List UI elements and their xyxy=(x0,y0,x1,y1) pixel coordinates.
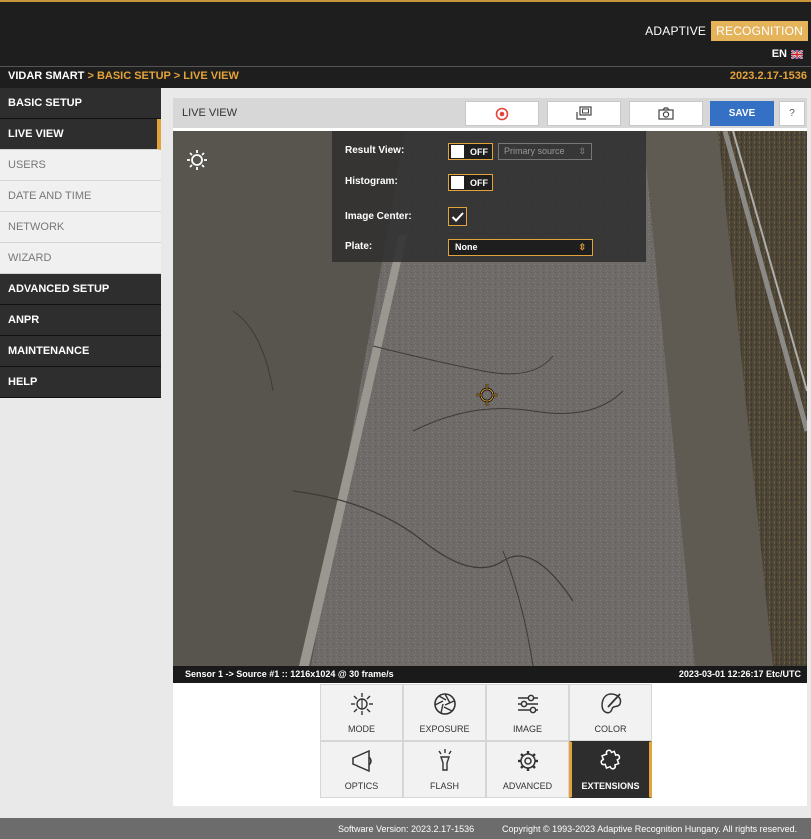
brand-logo: ADAPTIVE RECOGNITION xyxy=(640,21,808,41)
flash-button[interactable]: FLASH xyxy=(403,741,486,798)
export-image-button[interactable] xyxy=(547,101,621,126)
brightness-toggle-button[interactable] xyxy=(183,146,210,173)
flash-icon xyxy=(437,749,452,771)
image-export-icon xyxy=(576,106,592,120)
exposure-button[interactable]: EXPOSURE xyxy=(403,684,486,741)
stream-status-bar: Sensor 1 -> Source #1 :: 1216x1024 @ 30 … xyxy=(173,666,807,683)
checkmark-icon xyxy=(451,212,464,222)
color-label: COLOR xyxy=(594,724,627,734)
record-button[interactable] xyxy=(465,101,539,126)
breadcrumb: VIDAR SMART > BASIC SETUP > LIVE VIEW xyxy=(8,70,239,82)
toggle-knob xyxy=(451,145,464,158)
source-select-value: Primary source xyxy=(504,146,565,156)
breadcrumb-section[interactable]: BASIC SETUP xyxy=(97,70,171,82)
gear-icon xyxy=(517,751,538,771)
view-settings-overlay: Result View: OFF Primary source ⇳ Histog… xyxy=(332,131,646,262)
exposure-label: EXPOSURE xyxy=(419,724,470,734)
toggle-knob xyxy=(451,176,464,189)
extensions-button[interactable]: EXTENSIONS xyxy=(569,741,652,798)
camera-icon xyxy=(658,107,674,120)
plate-select[interactable]: None ⇳ xyxy=(448,239,593,256)
advanced-label: ADVANCED xyxy=(502,781,553,791)
mode-button[interactable]: MODE xyxy=(320,684,403,741)
source-select[interactable]: Primary source ⇳ xyxy=(498,143,592,160)
sidebar-item-date-and-time[interactable]: DATE AND TIME xyxy=(0,181,161,212)
breadcrumb-current: LIVE VIEW xyxy=(183,70,239,82)
version-label: 2023.2.17-1536 xyxy=(729,70,807,82)
image-center-label: Image Center: xyxy=(345,211,412,222)
software-version: Software Version: 2023.2.17-1536 xyxy=(338,824,475,834)
sidebar-item-live-view[interactable]: LIVE VIEW xyxy=(0,119,161,150)
advanced-button[interactable]: ADVANCED xyxy=(486,741,569,798)
flash-label: FLASH xyxy=(429,781,459,791)
footer: Software Version: 2023.2.17-1536 Copyrig… xyxy=(0,818,811,839)
sun-icon xyxy=(350,693,373,715)
breadcrumb-product[interactable]: VIDAR SMART xyxy=(8,70,84,82)
live-view-panel: LIVE VIEW SAVE ? Result View: OFF Primar… xyxy=(173,98,807,806)
app-header: ADAPTIVE RECOGNITION EN VIDAR SMART > BA… xyxy=(0,0,811,88)
image-label: IMAGE xyxy=(512,724,542,734)
sidebar-item-wizard[interactable]: WIZARD xyxy=(0,243,161,274)
breadcrumb-separator: > xyxy=(170,70,184,82)
header-divider xyxy=(0,66,811,67)
plate-label: Plate: xyxy=(345,241,373,252)
help-button[interactable]: ? xyxy=(779,101,805,126)
result-view-toggle[interactable]: OFF xyxy=(448,143,493,160)
snapshot-button[interactable] xyxy=(629,101,703,126)
result-view-state: OFF xyxy=(470,146,488,157)
color-button[interactable]: COLOR xyxy=(569,684,652,741)
mode-label: MODE xyxy=(348,724,375,734)
uk-flag-icon xyxy=(791,49,803,59)
puzzle-icon xyxy=(599,749,620,770)
histogram-label: Histogram: xyxy=(345,176,398,187)
brand-logo-left: ADAPTIVE xyxy=(640,21,712,41)
plate-select-value: None xyxy=(455,242,478,252)
image-center-checkbox[interactable] xyxy=(448,207,467,226)
record-icon xyxy=(495,107,509,120)
breadcrumb-separator: > xyxy=(84,70,97,82)
copyright: Copyright © 1993-2023 Adaptive Recogniti… xyxy=(502,824,798,834)
sidebar: BASIC SETUP LIVE VIEW USERS DATE AND TIM… xyxy=(0,88,161,398)
aperture-icon xyxy=(433,693,456,715)
sidebar-item-advanced-setup[interactable]: ADVANCED SETUP xyxy=(0,274,161,305)
sun-icon xyxy=(186,149,207,170)
brand-logo-right: RECOGNITION xyxy=(711,21,808,41)
lens-icon xyxy=(351,749,372,773)
histogram-toggle[interactable]: OFF xyxy=(448,174,493,191)
page-title: LIVE VIEW xyxy=(182,107,238,119)
chevron-updown-icon: ⇳ xyxy=(578,146,586,156)
language-label: EN xyxy=(771,48,787,60)
optics-label: OPTICS xyxy=(344,781,379,791)
toolbar: LIVE VIEW SAVE ? xyxy=(173,98,807,128)
stream-timestamp: 2023-03-01 12:26:17 Etc/UTC xyxy=(678,669,801,679)
sidebar-item-maintenance[interactable]: MAINTENANCE xyxy=(0,336,161,367)
crosshair-icon xyxy=(476,384,498,406)
optics-button[interactable]: OPTICS xyxy=(320,741,403,798)
sidebar-item-network[interactable]: NETWORK xyxy=(0,212,161,243)
sliders-icon xyxy=(517,694,538,714)
sidebar-item-anpr[interactable]: ANPR xyxy=(0,305,161,336)
palette-icon xyxy=(600,693,621,714)
result-view-label: Result View: xyxy=(345,145,405,156)
chevron-updown-icon: ⇳ xyxy=(578,242,586,252)
language-selector[interactable]: EN xyxy=(772,48,803,60)
save-button[interactable]: SAVE xyxy=(710,101,774,126)
image-button[interactable]: IMAGE xyxy=(486,684,569,741)
sidebar-item-users[interactable]: USERS xyxy=(0,150,161,181)
stream-info: Sensor 1 -> Source #1 :: 1216x1024 @ 30 … xyxy=(185,669,394,679)
extensions-label: EXTENSIONS xyxy=(581,781,640,791)
histogram-state: OFF xyxy=(470,177,488,188)
camera-view[interactable]: Result View: OFF Primary source ⇳ Histog… xyxy=(173,131,807,666)
sidebar-item-basic-setup[interactable]: BASIC SETUP xyxy=(0,88,161,119)
sidebar-item-help[interactable]: HELP xyxy=(0,367,161,398)
